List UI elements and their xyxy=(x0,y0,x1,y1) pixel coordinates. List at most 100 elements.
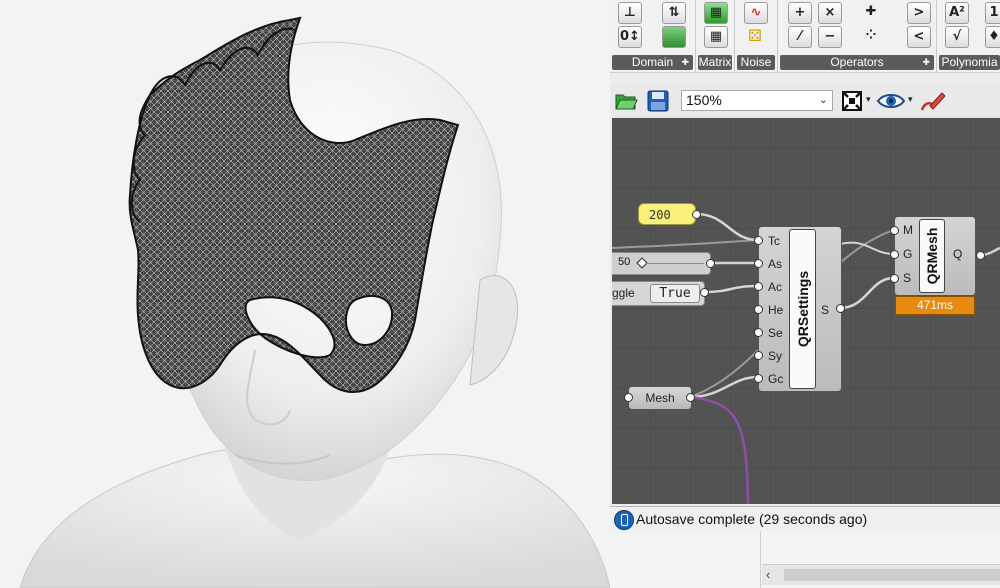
preview-eye-icon[interactable] xyxy=(876,90,906,112)
slider-knob-icon[interactable] xyxy=(636,257,648,269)
input-grip[interactable] xyxy=(754,374,763,383)
panel-divider xyxy=(760,531,761,588)
wire-settings-s xyxy=(839,276,895,310)
output-grip[interactable] xyxy=(692,210,701,219)
input-g[interactable]: G xyxy=(903,247,912,261)
ribbon-label-polynomia[interactable]: Polynomia xyxy=(939,55,1000,70)
chevron-down-icon: ⌄ xyxy=(818,94,828,106)
input-grip[interactable] xyxy=(754,259,763,268)
autosave-icon[interactable] xyxy=(614,510,634,530)
ribbon-label-operators[interactable]: Operators ✚ xyxy=(780,55,934,70)
output-grip[interactable] xyxy=(686,393,695,402)
output-q[interactable]: Q xyxy=(953,247,962,261)
grasshopper-window: ⊥ 0↕ ⇅ Domain ✚ ▦ ▦ Matrix ∿ ⚄ Noise + ×… xyxy=(610,0,1000,588)
output-grip[interactable] xyxy=(706,259,715,268)
greater-than-icon[interactable]: > xyxy=(907,2,931,24)
wire-number-tc xyxy=(695,212,759,242)
bounds-green-icon[interactable] xyxy=(662,26,686,48)
input-sy[interactable]: Sy xyxy=(768,349,782,363)
input-tc[interactable]: Tc xyxy=(768,234,780,248)
wire-toggle-ac xyxy=(703,284,759,294)
ribbon-label-text: Noise xyxy=(740,55,772,69)
zoom-extents-dropdown-icon[interactable]: ▾ xyxy=(866,94,871,105)
series-icon[interactable]: ⁘ xyxy=(860,26,882,46)
square-root-icon[interactable]: √ xyxy=(945,26,969,48)
noise-dice-icon[interactable]: ⚄ xyxy=(744,26,766,46)
multiplication-icon[interactable]: × xyxy=(818,2,842,24)
rhino-viewport[interactable] xyxy=(0,0,610,588)
canvas-toolbar: 150% ⌄ ▾ ▾ xyxy=(610,84,1000,118)
domain-compose-icon[interactable]: 0↕ xyxy=(618,26,642,48)
power-icon[interactable]: A² xyxy=(945,2,969,24)
profiler-timer: 471ms xyxy=(895,296,975,315)
output-grip[interactable] xyxy=(836,304,845,313)
qrsettings-title: QRSettings xyxy=(789,229,816,389)
input-grip[interactable] xyxy=(754,236,763,245)
input-grip[interactable] xyxy=(754,305,763,314)
subtraction-icon[interactable]: − xyxy=(818,26,842,48)
output-s[interactable]: S xyxy=(821,303,829,317)
ribbon-label-noise[interactable]: Noise xyxy=(737,55,775,70)
preview-dropdown-icon[interactable]: ▾ xyxy=(908,94,913,105)
qrmesh-component[interactable]: M G S QRMesh Q xyxy=(894,216,976,296)
ribbon-label-text: Domain xyxy=(631,55,674,69)
polynomial-icon[interactable]: ♦ xyxy=(985,26,1000,48)
ribbon-label-domain[interactable]: Domain ✚ xyxy=(612,55,693,70)
ribbon-group-domain: ⊥ 0↕ ⇅ Domain ✚ xyxy=(610,0,696,72)
input-grip[interactable] xyxy=(890,226,899,235)
ribbon-group-matrix: ▦ ▦ Matrix xyxy=(696,0,735,72)
grasshopper-canvas[interactable]: 200 50 ggle True Mesh Tc As Ac He Se Sy … xyxy=(612,118,1000,504)
scroll-thumb[interactable] xyxy=(784,569,1000,581)
save-icon[interactable] xyxy=(646,90,670,112)
boolean-toggle[interactable]: ggle True xyxy=(612,281,705,306)
input-ac[interactable]: Ac xyxy=(768,280,782,294)
addition-icon[interactable]: + xyxy=(788,2,812,24)
domain-bounds-icon[interactable]: ⊥ xyxy=(618,2,642,24)
open-folder-icon[interactable] xyxy=(614,90,638,112)
component-ribbon: ⊥ 0↕ ⇅ Domain ✚ ▦ ▦ Matrix ∿ ⚄ Noise + ×… xyxy=(610,0,1000,73)
input-m[interactable]: M xyxy=(903,223,913,237)
qrsettings-component[interactable]: Tc As Ac He Se Sy Gc QRSettings S xyxy=(758,226,842,392)
output-grip[interactable] xyxy=(700,288,709,297)
input-se[interactable]: Se xyxy=(768,326,783,340)
input-he[interactable]: He xyxy=(768,303,783,317)
zoom-value: 150% xyxy=(686,92,722,108)
matrix-green-icon[interactable]: ▦ xyxy=(704,2,728,24)
ribbon-group-icons: ▦ ▦ xyxy=(696,0,734,52)
number-panel[interactable]: 200 xyxy=(638,203,696,225)
slider-rail xyxy=(648,263,704,264)
ribbon-group-icons: ⊥ 0↕ ⇅ xyxy=(610,0,695,52)
log-icon[interactable]: 1 xyxy=(985,2,1000,24)
expand-icon[interactable]: ✚ xyxy=(922,55,930,70)
input-grip[interactable] xyxy=(754,328,763,337)
expand-icon[interactable]: ✚ xyxy=(681,55,689,70)
zoom-dropdown[interactable]: 150% ⌄ xyxy=(681,90,833,111)
division-icon[interactable]: ⁄ xyxy=(788,26,812,48)
viewport-render xyxy=(19,16,610,588)
input-grip[interactable] xyxy=(890,250,899,259)
qrmesh-title: QRMesh xyxy=(919,219,945,293)
noise-graph-icon[interactable]: ∿ xyxy=(744,2,768,24)
mesh-parameter[interactable]: Mesh xyxy=(628,386,692,410)
input-grip[interactable] xyxy=(624,393,633,402)
horizontal-scrollbar[interactable]: ‹ xyxy=(762,564,1000,585)
sketch-pen-icon[interactable] xyxy=(918,90,948,112)
zoom-extents-icon[interactable] xyxy=(840,90,864,112)
input-grip[interactable] xyxy=(890,274,899,283)
input-s[interactable]: S xyxy=(903,271,911,285)
input-grip[interactable] xyxy=(754,351,763,360)
scroll-left-icon[interactable]: ‹ xyxy=(766,567,770,582)
input-gc[interactable]: Gc xyxy=(768,372,783,386)
ribbon-label-matrix[interactable]: Matrix xyxy=(698,55,732,70)
number-slider[interactable]: 50 xyxy=(612,252,711,275)
toggle-value[interactable]: True xyxy=(650,284,700,303)
ribbon-group-icons: ∿ ⚄ xyxy=(735,0,777,52)
output-grip[interactable] xyxy=(976,251,985,260)
mass-addition-icon[interactable]: ✚ xyxy=(860,2,882,22)
slider-value: 50 xyxy=(618,256,631,268)
input-grip[interactable] xyxy=(754,282,763,291)
remap-numbers-icon[interactable]: ⇅ xyxy=(662,2,686,24)
matrix-grid-icon[interactable]: ▦ xyxy=(704,26,728,48)
less-than-icon[interactable]: < xyxy=(907,26,931,48)
input-as[interactable]: As xyxy=(768,257,782,271)
